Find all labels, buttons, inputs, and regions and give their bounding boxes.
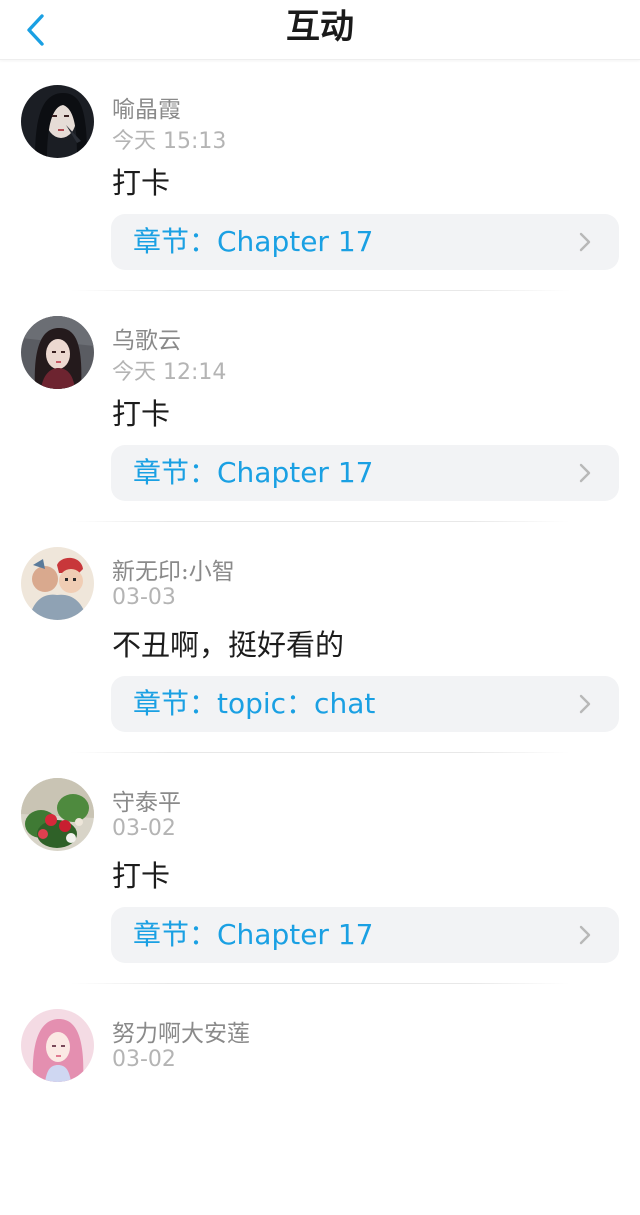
comment-text: 打卡 <box>112 859 171 893</box>
chapter-label: 章节：topic：chat <box>133 687 376 720</box>
feed-item: 守泰平 03-02 打卡 章节：Chapter 17 <box>0 753 640 984</box>
avatar[interactable] <box>21 547 94 620</box>
interaction-feed: 喻晶霞 今天 15:13 打卡 章节：Chapter 17 乌歌云 今天 12:… <box>0 60 640 1215</box>
username[interactable]: 喻晶霞 <box>112 90 181 124</box>
timestamp: 03-02 <box>112 1047 176 1072</box>
timestamp: 今天 12:14 <box>112 360 227 385</box>
avatar[interactable] <box>21 316 94 389</box>
timestamp: 今天 15:13 <box>112 129 227 154</box>
username[interactable]: 守泰平 <box>112 783 181 817</box>
username[interactable]: 努力啊大安莲 <box>112 1014 250 1048</box>
feed-item: 努力啊大安莲 03-02 <box>0 984 640 1215</box>
chapter-link[interactable]: 章节：Chapter 17 <box>111 445 619 501</box>
comment-text: 打卡 <box>112 166 171 200</box>
username[interactable]: 新无印:小智 <box>112 552 235 586</box>
chapter-link[interactable]: 章节：Chapter 17 <box>111 214 619 270</box>
comment-text: 打卡 <box>112 397 171 431</box>
chapter-link[interactable]: 章节：topic：chat <box>111 676 619 732</box>
feed-item: 新无印:小智 03-03 不丑啊，挺好看的 章节：topic：chat <box>0 522 640 753</box>
timestamp: 03-03 <box>112 585 176 610</box>
feed-item: 喻晶霞 今天 15:13 打卡 章节：Chapter 17 <box>0 60 640 291</box>
timestamp: 03-02 <box>112 816 176 841</box>
feed-item: 乌歌云 今天 12:14 打卡 章节：Chapter 17 <box>0 291 640 522</box>
chevron-right-icon <box>579 925 591 945</box>
avatar[interactable] <box>21 778 94 851</box>
chevron-right-icon <box>579 463 591 483</box>
top-bar: 互动 <box>0 0 640 60</box>
chevron-right-icon <box>579 232 591 252</box>
chevron-right-icon <box>579 694 591 714</box>
avatar[interactable] <box>21 85 94 158</box>
chapter-label: 章节：Chapter 17 <box>133 918 374 951</box>
chapter-label: 章节：Chapter 17 <box>133 456 374 489</box>
page-title: 互动 <box>286 7 354 47</box>
chapter-link[interactable]: 章节：Chapter 17 <box>111 907 619 963</box>
comment-text: 不丑啊，挺好看的 <box>112 628 345 662</box>
chapter-label: 章节：Chapter 17 <box>133 225 374 258</box>
username[interactable]: 乌歌云 <box>112 321 181 355</box>
avatar[interactable] <box>21 1009 94 1082</box>
